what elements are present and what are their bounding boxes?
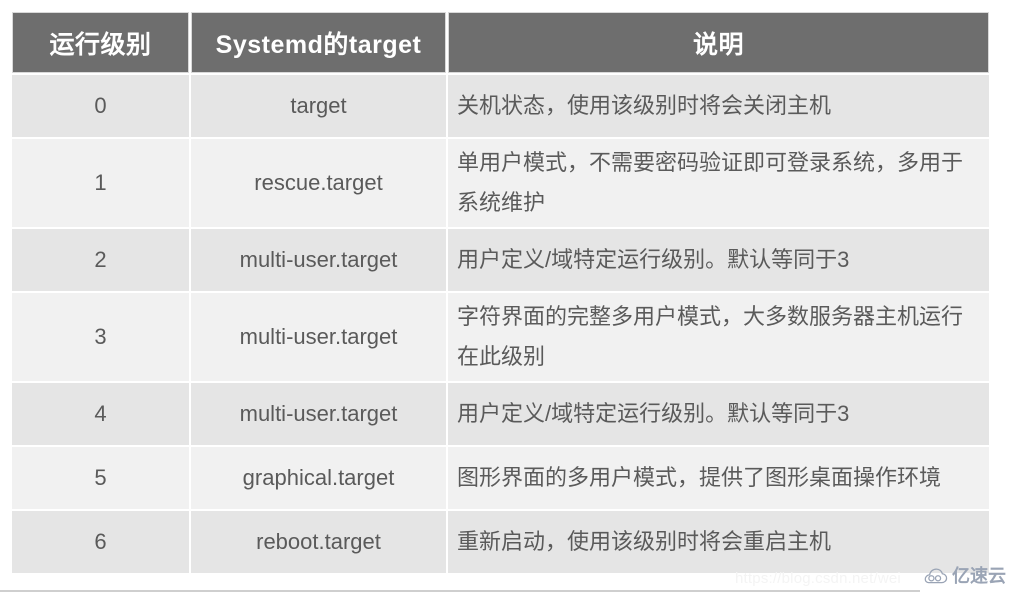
yisuyun-brand-logo: 亿速云: [924, 567, 1006, 585]
cell-target: multi-user.target: [191, 293, 446, 381]
cloud-icon: [924, 567, 948, 583]
cell-runlevel: 6: [12, 511, 189, 573]
cell-target: graphical.target: [191, 447, 446, 509]
table-row: 2 multi-user.target 用户定义/域特定运行级别。默认等同于3: [12, 229, 989, 291]
cell-runlevel: 5: [12, 447, 189, 509]
cell-runlevel: 0: [12, 75, 189, 137]
page-root: 运行级别 Systemd的target 说明 0 target 关机状态，使用该…: [0, 0, 1012, 597]
cell-description: 用户定义/域特定运行级别。默认等同于3: [448, 229, 989, 291]
cell-runlevel: 3: [12, 293, 189, 381]
table-row: 1 rescue.target 单用户模式，不需要密码验证即可登录系统，多用于系…: [12, 139, 989, 227]
cell-target: rescue.target: [191, 139, 446, 227]
cell-runlevel: 4: [12, 383, 189, 445]
runlevel-target-table: 运行级别 Systemd的target 说明 0 target 关机状态，使用该…: [10, 10, 991, 575]
table-row: 4 multi-user.target 用户定义/域特定运行级别。默认等同于3: [12, 383, 989, 445]
table-row: 0 target 关机状态，使用该级别时将会关闭主机: [12, 75, 989, 137]
cell-target: target: [191, 75, 446, 137]
table-row: 6 reboot.target 重新启动，使用该级别时将会重启主机: [12, 511, 989, 573]
yisuyun-brand-text: 亿速云: [952, 566, 1006, 586]
cell-target: multi-user.target: [191, 383, 446, 445]
bottom-divider: [0, 590, 920, 592]
cell-description: 图形界面的多用户模式，提供了图形桌面操作环境: [448, 447, 989, 509]
cell-description: 用户定义/域特定运行级别。默认等同于3: [448, 383, 989, 445]
column-header-systemd-target: Systemd的target: [191, 12, 446, 73]
column-header-description: 说明: [448, 12, 989, 73]
cell-description: 重新启动，使用该级别时将会重启主机: [448, 511, 989, 573]
cell-target: multi-user.target: [191, 229, 446, 291]
cell-runlevel: 1: [12, 139, 189, 227]
table-row: 3 multi-user.target 字符界面的完整多用户模式，大多数服务器主…: [12, 293, 989, 381]
cell-description: 单用户模式，不需要密码验证即可登录系统，多用于系统维护: [448, 139, 989, 227]
table-body: 0 target 关机状态，使用该级别时将会关闭主机 1 rescue.targ…: [12, 75, 989, 573]
table-row: 5 graphical.target 图形界面的多用户模式，提供了图形桌面操作环…: [12, 447, 989, 509]
csdn-url-watermark: https://blog.csdn.net/wei: [735, 570, 901, 587]
table-header-row: 运行级别 Systemd的target 说明: [12, 12, 989, 73]
column-header-runlevel: 运行级别: [12, 12, 189, 73]
table-header: 运行级别 Systemd的target 说明: [12, 12, 989, 73]
cell-runlevel: 2: [12, 229, 189, 291]
cell-description: 字符界面的完整多用户模式，大多数服务器主机运行在此级别: [448, 293, 989, 381]
cell-target: reboot.target: [191, 511, 446, 573]
cell-description: 关机状态，使用该级别时将会关闭主机: [448, 75, 989, 137]
